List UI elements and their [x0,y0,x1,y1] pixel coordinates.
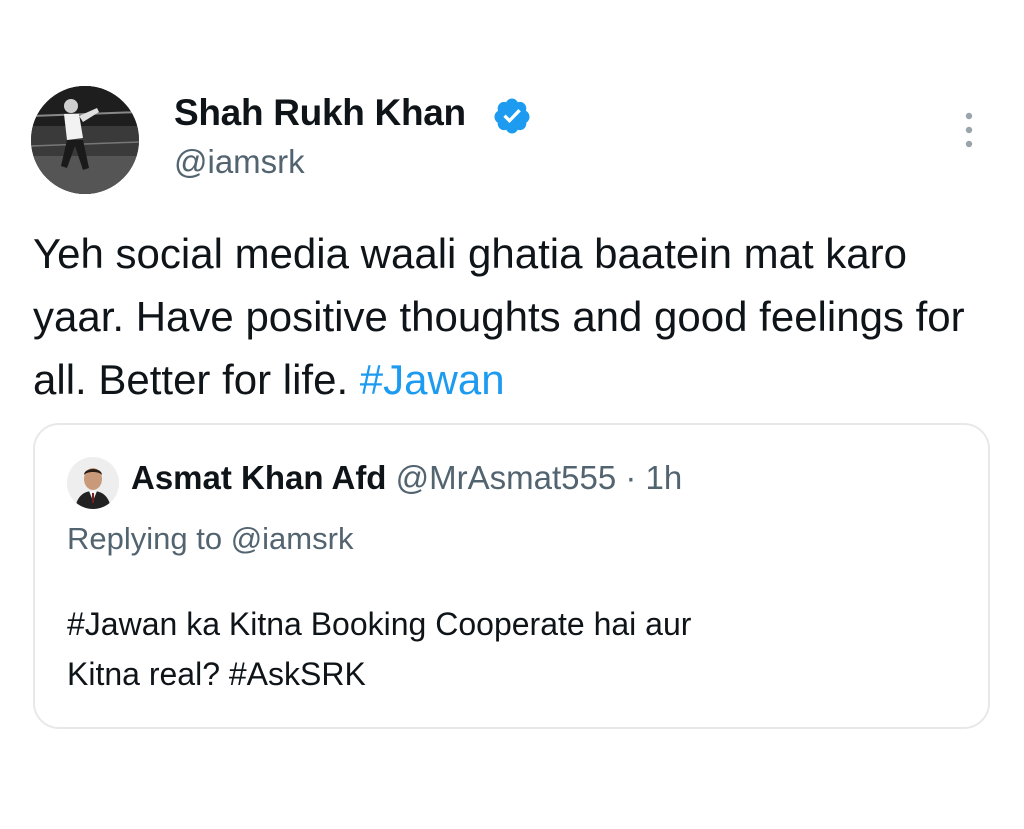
tweet-card: Shah Rukh Khan @iamsrk Yeh social media … [0,0,1024,829]
quoted-timestamp[interactable]: 1h [646,459,683,496]
profile-photo-icon [31,86,139,194]
tweet-body: Yeh social media waali ghatia baatein ma… [33,222,1008,411]
quoted-header: Asmat Khan Afd @MrAsmat555 · 1h [131,459,682,497]
profile-photo-icon [67,457,119,509]
quoted-tweet[interactable]: Asmat Khan Afd @MrAsmat555 · 1h Replying… [33,423,990,729]
meta-separator: · [616,459,646,496]
quoted-text-line-1: #Jawan ka Kitna Booking Cooperate hai au… [67,606,692,642]
verified-badge-icon [494,98,530,134]
author-handle[interactable]: @iamsrk [174,143,305,181]
author-avatar[interactable] [31,86,139,194]
hashtag-link[interactable]: #Jawan [360,356,505,403]
quoted-author-avatar[interactable] [67,457,119,509]
quoted-text-line-2: Kitna real? #AskSRK [67,656,366,692]
author-display-name[interactable]: Shah Rukh Khan [174,92,466,134]
replying-to: Replying to @iamsrk [67,521,354,556]
more-vertical-icon[interactable] [958,110,980,150]
quoted-tweet-text: #Jawan ka Kitna Booking Cooperate hai au… [67,599,947,699]
quoted-display-name[interactable]: Asmat Khan Afd [131,459,386,496]
quoted-handle[interactable]: @MrAsmat555 [396,459,617,496]
